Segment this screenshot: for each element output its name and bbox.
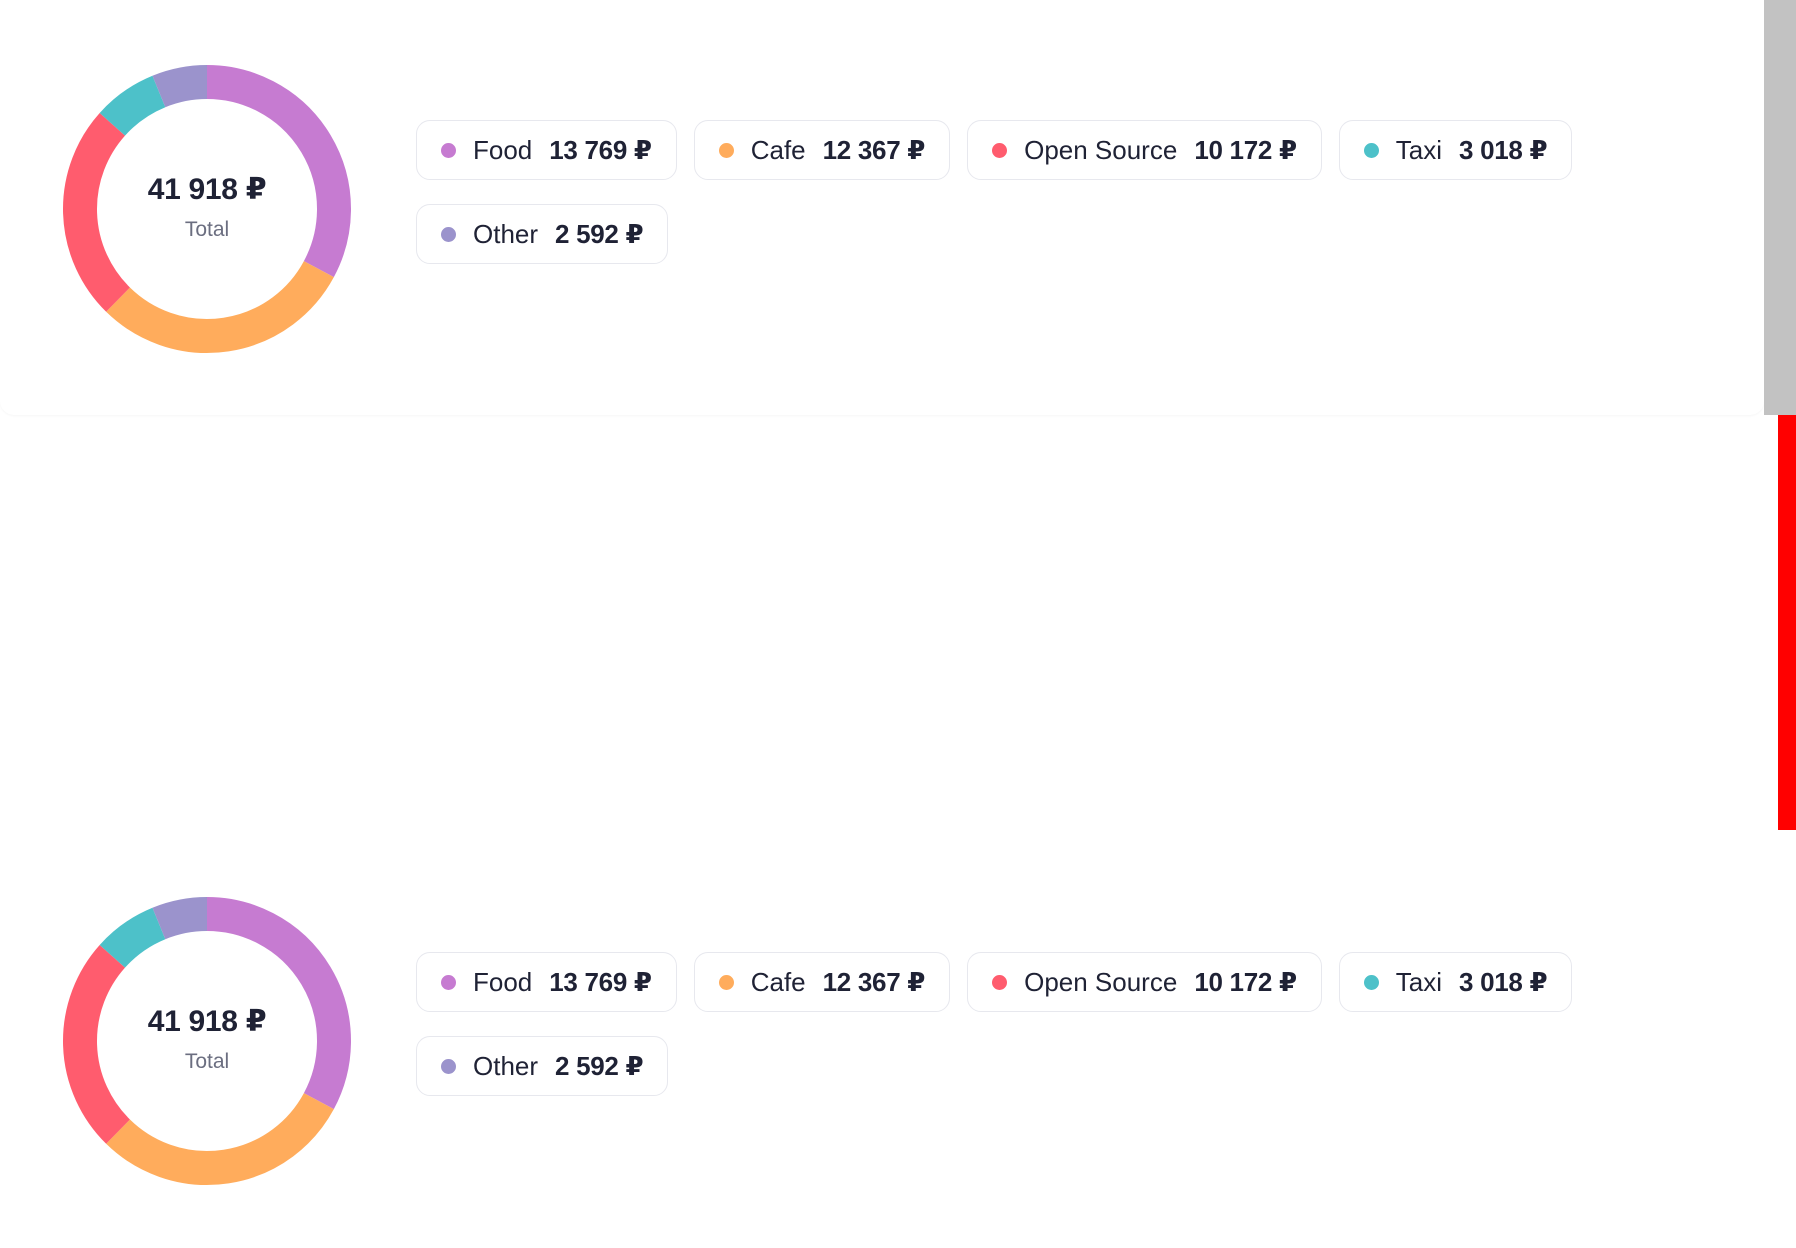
legend-dot (441, 142, 456, 158)
red-marker-bar (1778, 415, 1796, 830)
donut-slice-open-source[interactable] (63, 112, 131, 312)
donut-slice-open-source[interactable] (63, 944, 131, 1144)
donut-chart: 41 918 ₽ Total (62, 64, 352, 354)
legend-chip-open-source[interactable]: Open Source 10 172 ₽ (967, 120, 1322, 180)
legend-dot (1363, 142, 1379, 158)
legend-dot (992, 142, 1008, 158)
total-label: Total (184, 1050, 230, 1073)
legend-label: Open Source (1024, 966, 1178, 997)
legend: Food 13 769 ₽ Cafe 12 367 ₽ Open Source … (416, 120, 1616, 264)
donut-chart: 41 918 ₽ Total (62, 896, 352, 1186)
total-amount: 41 918 ₽ (147, 173, 267, 206)
legend-dot (441, 974, 456, 990)
legend-label: Cafe (750, 966, 806, 997)
legend-chip-cafe[interactable]: Cafe 12 367 ₽ (693, 120, 951, 180)
donut-svg (63, 897, 351, 1185)
legend-value: 2 592 ₽ (555, 218, 644, 249)
legend-chip-other[interactable]: Other 2 592 ₽ (416, 1036, 669, 1096)
legend-chip-food[interactable]: Food 13 769 ₽ (416, 120, 677, 180)
legend-dot (1363, 974, 1379, 990)
legend-label: Other (473, 218, 539, 249)
legend-label: Taxi (1395, 966, 1443, 997)
legend-label: Food (473, 966, 533, 997)
legend-value: 13 769 ₽ (549, 134, 652, 165)
legend-value: 2 592 ₽ (555, 1050, 644, 1081)
legend-value: 3 018 ₽ (1459, 134, 1548, 165)
legend-dot (441, 226, 456, 242)
scrollbar-thumb[interactable] (1764, 0, 1796, 415)
donut-slice-cafe[interactable] (106, 260, 334, 353)
donut-slice-other[interactable] (152, 897, 208, 940)
legend-dot (441, 1058, 456, 1074)
legend: Food 13 769 ₽ Cafe 12 367 ₽ Open Source … (416, 952, 1616, 1096)
total-label: Total (184, 218, 230, 241)
expense-card-bottom: 41 918 ₽ Total Food 13 769 ₽ Cafe 12 367… (0, 832, 1764, 1248)
legend-chip-food[interactable]: Food 13 769 ₽ (416, 952, 677, 1012)
legend-chip-taxi[interactable]: Taxi 3 018 ₽ (1338, 952, 1573, 1012)
legend-value: 13 769 ₽ (549, 966, 652, 997)
legend-value: 12 367 ₽ (822, 966, 926, 997)
legend-dot (992, 974, 1008, 990)
legend-value: 10 172 ₽ (1194, 134, 1297, 165)
legend-label: Open Source (1024, 134, 1178, 165)
legend-chip-taxi[interactable]: Taxi 3 018 ₽ (1338, 120, 1573, 180)
legend-value: 3 018 ₽ (1459, 966, 1548, 997)
legend-label: Food (473, 134, 533, 165)
donut-svg (63, 65, 351, 353)
legend-label: Cafe (750, 134, 806, 165)
legend-chip-other[interactable]: Other 2 592 ₽ (416, 204, 669, 264)
donut-slice-other[interactable] (152, 65, 208, 108)
legend-chip-cafe[interactable]: Cafe 12 367 ₽ (693, 952, 951, 1012)
total-amount: 41 918 ₽ (147, 1005, 267, 1038)
legend-dot (718, 974, 734, 990)
expense-card-top: 41 918 ₽ Total Food 13 769 ₽ Cafe 12 367… (0, 0, 1764, 415)
donut-slice-cafe[interactable] (106, 1092, 334, 1185)
donut-slice-taxi[interactable] (99, 907, 166, 969)
donut-slice-taxi[interactable] (99, 75, 166, 137)
legend-chip-open-source[interactable]: Open Source 10 172 ₽ (967, 952, 1322, 1012)
legend-dot (718, 142, 734, 158)
legend-value: 12 367 ₽ (822, 134, 926, 165)
legend-value: 10 172 ₽ (1194, 966, 1297, 997)
legend-label: Other (473, 1050, 539, 1081)
legend-label: Taxi (1395, 134, 1443, 165)
